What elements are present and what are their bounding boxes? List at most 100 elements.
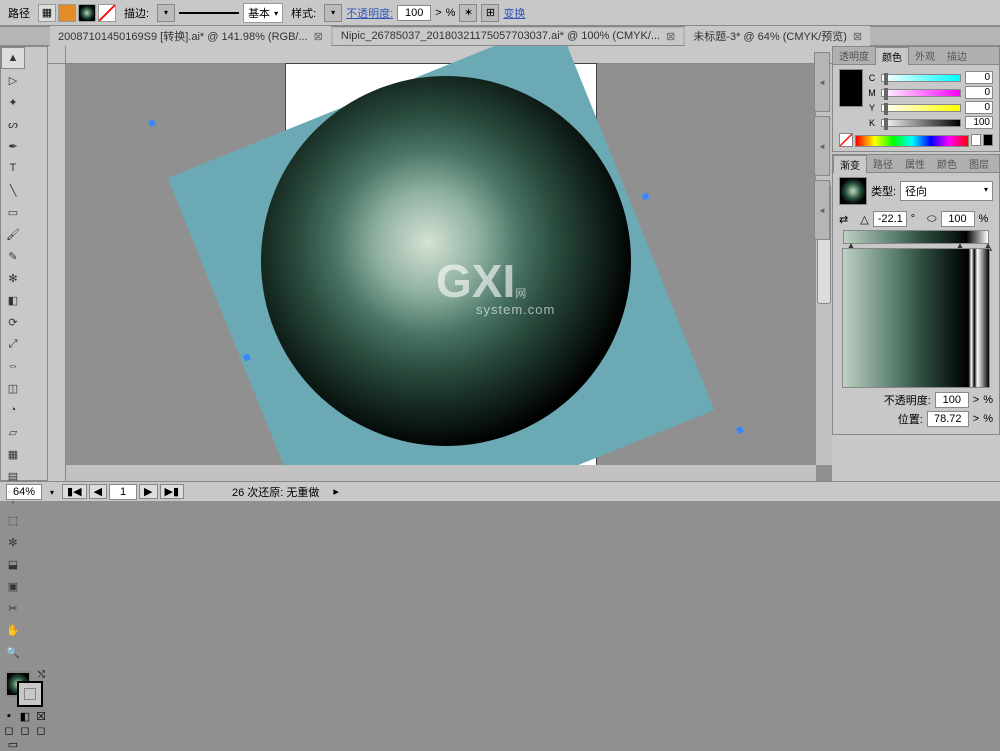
document-tab[interactable]: 20087101450169S9 [转换].ai* @ 141.98% (RGB… [50, 26, 331, 46]
magic-wand-tool[interactable]: ✦ [1, 91, 25, 113]
gradient-swatch[interactable] [78, 4, 96, 22]
artwork-sphere[interactable] [261, 76, 631, 446]
gradient-angle-input[interactable]: -22.1 [873, 211, 907, 227]
close-icon[interactable]: ⊠ [853, 30, 862, 43]
pencil-tool[interactable]: ✎ [1, 245, 25, 267]
hand-tool[interactable]: ✋ [1, 619, 25, 641]
direct-selection-tool[interactable]: ▷ [1, 69, 25, 91]
handle-icon[interactable] [641, 192, 649, 200]
gradient-aspect-input[interactable]: 100 [941, 211, 975, 227]
gradient-mode-icon[interactable]: ◧ [17, 709, 33, 723]
black-swatch-icon[interactable] [983, 134, 993, 146]
mesh-tool[interactable]: ▦ [1, 443, 25, 465]
tab-layers[interactable]: 图层 [963, 155, 995, 172]
no-color-icon[interactable] [839, 133, 853, 147]
stroke-swatch-icon[interactable] [17, 681, 43, 707]
graph-tool[interactable]: ⬓ [1, 553, 25, 575]
close-icon[interactable]: ⊠ [666, 30, 675, 43]
symbol-sprayer-tool[interactable]: ✼ [1, 531, 25, 553]
ruler-horizontal[interactable] [66, 46, 832, 64]
gradient-opacity-input[interactable]: 100 [935, 392, 969, 408]
ruler-origin[interactable] [48, 46, 66, 64]
tab-transparency[interactable]: 透明度 [833, 47, 875, 64]
collapsed-panel-toggle[interactable] [814, 116, 830, 176]
screen-mode-icon[interactable]: ▭ [1, 737, 25, 751]
color-mode-icon[interactable]: ▪ [1, 709, 17, 723]
tab-stroke[interactable]: 描边 [941, 47, 973, 64]
shape-builder-tool[interactable]: ◔ [1, 399, 25, 421]
blend-tool[interactable]: ⬚ [1, 509, 25, 531]
tab-color[interactable]: 颜色 [875, 47, 909, 65]
tab-attributes[interactable]: 属性 [899, 155, 931, 172]
gradient-ramp[interactable] [843, 230, 989, 244]
opacity-link[interactable]: 不透明度: [346, 5, 393, 21]
gradient-location-input[interactable]: 78.72 [927, 411, 969, 427]
swap-fill-stroke-icon[interactable]: ⤭ [38, 669, 45, 680]
type-tool[interactable]: T [1, 157, 25, 179]
draw-normal-icon[interactable]: ◻ [1, 723, 17, 737]
lasso-tool[interactable]: ᔕ [1, 113, 25, 135]
width-tool[interactable]: ⇔ [1, 355, 25, 377]
current-color-swatch[interactable] [839, 69, 863, 107]
opacity-value-input[interactable]: 100 [397, 5, 431, 21]
prev-artboard-button[interactable]: ◀ [89, 484, 107, 499]
rotate-tool[interactable]: ⟳ [1, 311, 25, 333]
collapsed-panel-toggle[interactable] [814, 180, 830, 240]
cmyk-m-slider[interactable] [881, 89, 961, 97]
zoom-dropdown-icon[interactable] [50, 486, 54, 498]
cmyk-k-value[interactable]: 100 [965, 116, 993, 129]
handle-icon[interactable] [736, 426, 744, 434]
line-tool[interactable]: ╲ [1, 179, 25, 201]
canvas[interactable]: GXI网 system.com [66, 64, 816, 465]
tab-pathfinder[interactable]: 路径 [867, 155, 899, 172]
fill-indicator[interactable]: ▦ [38, 4, 56, 22]
rectangle-tool[interactable]: ▭ [1, 201, 25, 223]
stroke-none-indicator[interactable] [98, 4, 116, 22]
none-mode-icon[interactable]: ☒ [33, 709, 49, 723]
blob-brush-tool[interactable]: ✻ [1, 267, 25, 289]
align-button[interactable]: ⊞ [481, 4, 499, 22]
gradient-type-select[interactable]: 径向 [900, 181, 993, 201]
eraser-tool[interactable]: ◧ [1, 289, 25, 311]
slice-tool[interactable]: ✂ [1, 597, 25, 619]
paintbrush-tool[interactable]: 🖌 [1, 223, 25, 245]
artboard-tool[interactable]: ▣ [1, 575, 25, 597]
status-dropdown-icon[interactable]: ▸ [333, 485, 339, 498]
transform-link[interactable]: 变换 [503, 5, 525, 21]
draw-inside-icon[interactable]: ◻ [33, 723, 49, 737]
document-tab[interactable]: Nipic_26785037_20180321175057703037.ai* … [333, 28, 683, 45]
last-artboard-button[interactable]: ▶▮ [160, 484, 185, 499]
handle-icon[interactable] [148, 119, 156, 127]
tab-appearance[interactable]: 外观 [909, 47, 941, 64]
perspective-tool[interactable]: ▱ [1, 421, 25, 443]
cmyk-m-value[interactable]: 0 [965, 86, 993, 99]
next-artboard-button[interactable]: ▶ [139, 484, 157, 499]
zoom-tool[interactable]: 🔍 [1, 641, 25, 663]
zoom-level-input[interactable]: 64% [6, 484, 42, 500]
horizontal-scrollbar[interactable] [66, 465, 816, 481]
free-transform-tool[interactable]: ◫ [1, 377, 25, 399]
recolor-artwork-button[interactable]: ✶ [459, 4, 477, 22]
reverse-gradient-icon[interactable]: ⇄ [839, 213, 848, 226]
scale-tool[interactable]: ⤢ [1, 333, 25, 355]
tab-gradient[interactable]: 渐变 [833, 155, 867, 173]
gradient-thumbnail[interactable] [839, 177, 867, 205]
cmyk-y-slider[interactable] [881, 104, 961, 112]
color-spectrum[interactable] [855, 135, 969, 147]
close-icon[interactable]: ⊠ [314, 30, 323, 43]
pen-tool[interactable]: ✒ [1, 135, 25, 157]
stroke-style-select[interactable]: 基本 [243, 3, 283, 23]
cmyk-y-value[interactable]: 0 [965, 101, 993, 114]
collapsed-panel-toggle[interactable] [814, 52, 830, 112]
tab-color2[interactable]: 颜色 [931, 155, 963, 172]
document-tab[interactable]: 未标题-3* @ 64% (CMYK/预览)⊠ [685, 26, 870, 46]
first-artboard-button[interactable]: ▮◀ [62, 484, 87, 499]
fill-swatch[interactable] [58, 4, 76, 22]
stroke-weight-dropdown[interactable] [157, 4, 175, 22]
ruler-vertical[interactable] [48, 64, 66, 481]
draw-behind-icon[interactable]: ◻ [17, 723, 33, 737]
cmyk-c-slider[interactable] [881, 74, 961, 82]
cmyk-k-slider[interactable] [881, 119, 961, 127]
selection-tool[interactable]: ▲ [1, 47, 25, 69]
white-swatch-icon[interactable] [971, 134, 981, 146]
